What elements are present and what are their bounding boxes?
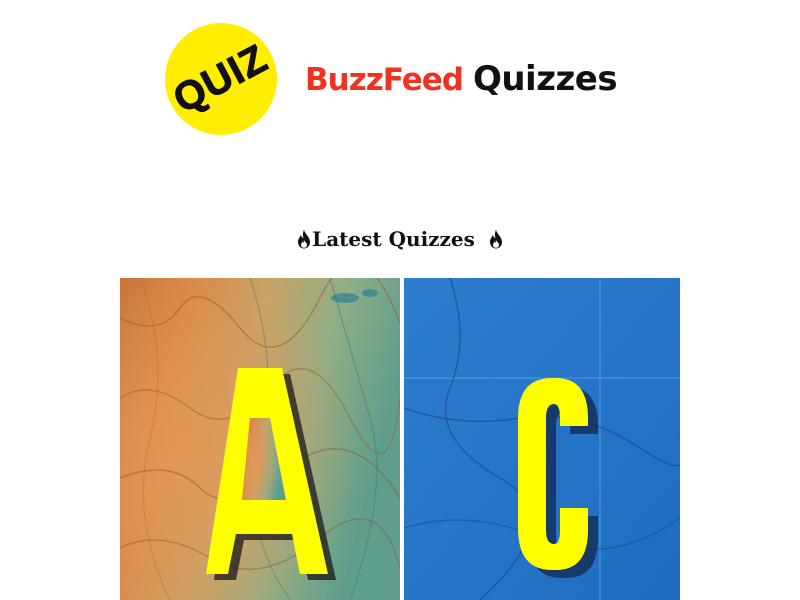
site-header: QUIZ BuzzFeed Quizzes [165,20,618,138]
fire-icon [298,230,311,249]
blue-map-panel [403,278,680,600]
page: QUIZ BuzzFeed Quizzes Latest Quizzes [0,0,800,600]
section-heading-latest-quizzes: Latest Quizzes [0,227,800,251]
buzzfeed-wordmark: BuzzFeed [305,62,464,98]
fire-icon [489,230,502,249]
brand-logo[interactable]: BuzzFeed Quizzes [305,59,618,99]
section-title: Latest Quizzes [312,227,475,251]
quizzes-wordmark: Quizzes [472,59,618,99]
quiz-thumbnail-image[interactable] [120,278,680,600]
quiz-badge-text: QUIZ [166,35,276,122]
terrain-panel [120,278,401,600]
quiz-logo-badge[interactable]: QUIZ [165,23,277,135]
